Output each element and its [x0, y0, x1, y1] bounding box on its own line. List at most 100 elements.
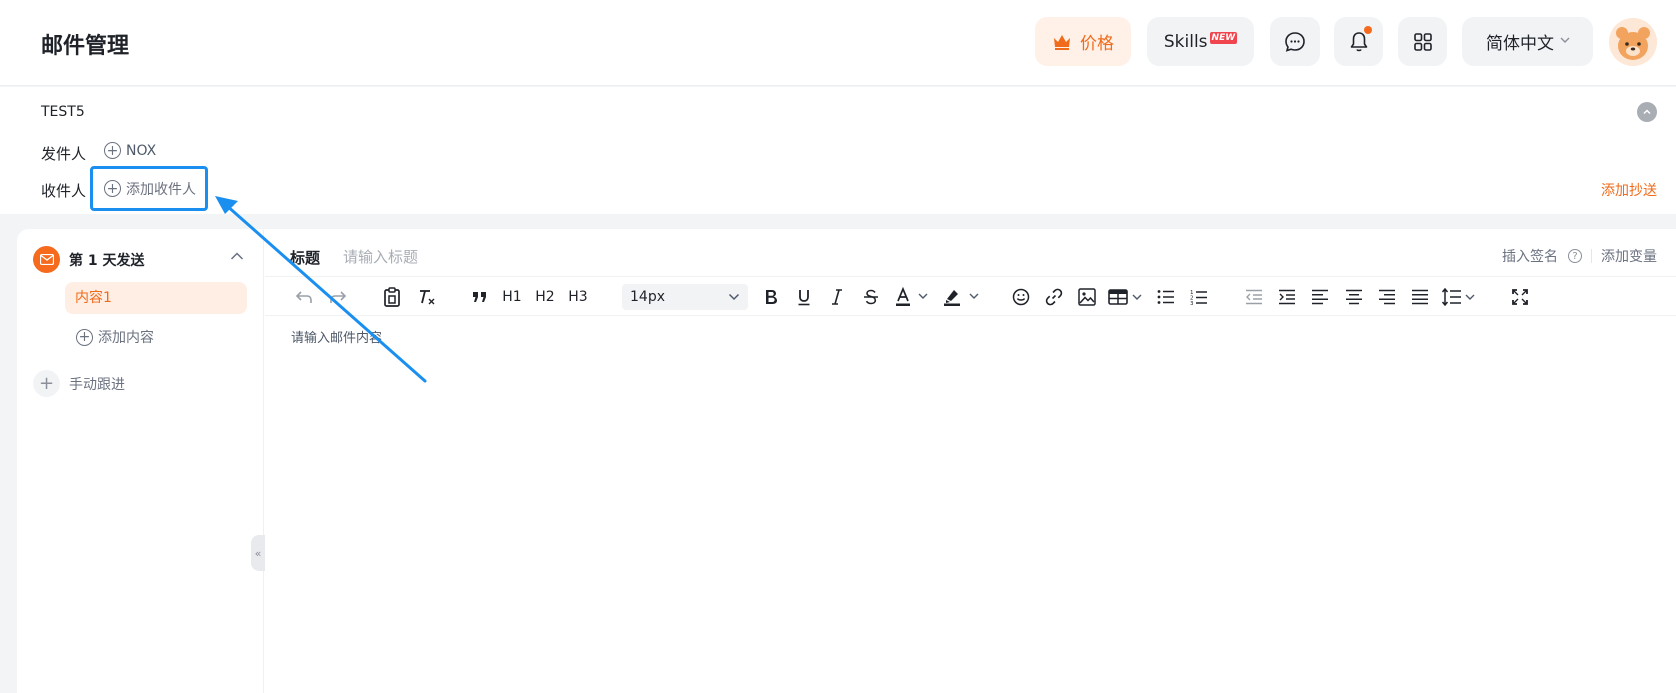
price-button[interactable]: 价格 [1035, 17, 1131, 66]
italic-icon [832, 289, 842, 305]
indent-icon [1279, 289, 1295, 305]
highlighter-icon [944, 290, 979, 306]
editor-card: 第 1 天发送 内容1 + 添加内容 + 手动跟进 « 标题 插入签名 ? 添加… [17, 229, 1676, 693]
link-icon [1045, 288, 1063, 306]
manual-follow-label: 手动跟进 [69, 376, 125, 393]
add-recipient-label: 添加收件人 [126, 181, 196, 198]
mail-icon [33, 246, 60, 273]
quote-button[interactable] [469, 284, 491, 310]
day-step[interactable]: 第 1 天发送 [33, 246, 145, 273]
add-recipient-button[interactable]: + 添加收件人 [90, 166, 208, 211]
sidebar-collapse-toggle[interactable]: « [251, 535, 265, 571]
new-badge: NEW [1209, 31, 1238, 44]
heading1-button[interactable]: H1 [500, 284, 524, 310]
numbered-list-button[interactable]: 123 [1188, 284, 1210, 310]
bullet-list-button[interactable] [1155, 284, 1177, 310]
align-justify-icon [1412, 289, 1428, 305]
bold-button[interactable] [761, 284, 781, 310]
italic-button[interactable] [827, 284, 847, 310]
plus-circle-icon: + [104, 180, 121, 197]
image-button[interactable] [1076, 284, 1098, 310]
align-left-icon [1312, 289, 1328, 305]
fullscreen-icon [1512, 289, 1528, 305]
mail-body-input[interactable]: 请输入邮件内容 [291, 327, 382, 346]
svg-text:3: 3 [1190, 301, 1194, 306]
crown-icon [1054, 34, 1070, 50]
heading2-button[interactable]: H2 [533, 284, 557, 310]
content-item[interactable]: 内容1 [65, 282, 247, 314]
avatar[interactable] [1609, 18, 1657, 66]
plus-circle-icon: + [76, 328, 93, 346]
language-select[interactable]: 简体中文 [1462, 17, 1593, 66]
align-center-icon [1346, 289, 1362, 305]
font-size-value: 14px [630, 289, 665, 305]
chat-button[interactable] [1270, 17, 1320, 66]
redo-button[interactable] [327, 284, 349, 310]
insert-signature-button[interactable]: 插入签名 [1502, 246, 1558, 266]
grid-apps-icon [1413, 32, 1432, 51]
table-button[interactable] [1107, 284, 1147, 310]
chevron-down-icon [728, 293, 740, 301]
align-center-button[interactable] [1343, 284, 1365, 310]
sequence-sidebar: 第 1 天发送 内容1 + 添加内容 + 手动跟进 « [17, 229, 265, 693]
add-cc-link[interactable]: 添加抄送 [1601, 180, 1657, 200]
add-content-label: 添加内容 [98, 330, 154, 346]
outdent-button[interactable] [1243, 284, 1265, 310]
emoji-button[interactable] [1010, 284, 1032, 310]
mail-editor: 标题 插入签名 ? 添加变量 H1 H2 [265, 229, 1676, 693]
font-color-icon [896, 287, 928, 306]
line-height-icon [1441, 288, 1475, 306]
sender-value: NOX [126, 142, 157, 159]
notification-button[interactable] [1334, 17, 1383, 66]
manual-follow-button[interactable]: + 手动跟进 [33, 370, 125, 397]
chevron-up-icon[interactable] [230, 251, 244, 261]
day-step-label: 第 1 天发送 [69, 252, 145, 269]
font-size-select[interactable]: 14px [622, 284, 748, 310]
collapse-button[interactable] [1637, 102, 1657, 122]
editor-toolbar: H1 H2 H3 14px 1 2 3 [265, 276, 1676, 316]
top-header: 邮件管理 价格 Skills NEW 简体中文 [0, 0, 1676, 86]
numbered-list-icon: 123 [1190, 290, 1207, 306]
strikethrough-button[interactable] [861, 284, 881, 310]
align-right-button[interactable] [1376, 284, 1398, 310]
skills-button[interactable]: Skills NEW [1147, 17, 1254, 66]
recipient-label: 收件人 [41, 182, 87, 200]
link-button[interactable] [1043, 284, 1065, 310]
add-variable-button[interactable]: 添加变量 [1601, 246, 1657, 266]
align-justify-button[interactable] [1409, 284, 1431, 310]
line-height-button[interactable] [1440, 284, 1480, 310]
divider [1591, 249, 1592, 263]
title-input[interactable] [343, 245, 943, 269]
clear-format-icon [420, 290, 435, 305]
notification-dot [1364, 26, 1372, 34]
clear-format-button[interactable] [415, 284, 437, 310]
language-label: 简体中文 [1486, 34, 1554, 54]
highlight-color-button[interactable] [942, 284, 984, 310]
align-left-button[interactable] [1309, 284, 1331, 310]
bell-icon [1350, 31, 1367, 51]
skills-label: Skills [1163, 31, 1208, 52]
indent-button[interactable] [1276, 284, 1298, 310]
undo-button[interactable] [293, 284, 315, 310]
underline-icon [798, 289, 810, 305]
apps-button[interactable] [1398, 17, 1447, 66]
bullet-list-icon [1157, 290, 1174, 304]
sender-selector[interactable]: + NOX [104, 142, 156, 159]
help-icon[interactable]: ? [1568, 249, 1582, 263]
bold-icon [766, 290, 777, 304]
underline-button[interactable] [794, 284, 814, 310]
fullscreen-button[interactable] [1509, 284, 1531, 310]
add-content-button[interactable]: + 添加内容 [76, 327, 154, 347]
paste-button[interactable] [381, 284, 403, 310]
align-right-icon [1379, 289, 1395, 305]
mail-subject: TEST5 [41, 104, 85, 120]
outdent-icon [1246, 289, 1262, 305]
table-icon [1108, 289, 1142, 305]
bear-avatar-icon [1609, 18, 1657, 66]
image-icon [1078, 288, 1096, 306]
font-color-button[interactable] [893, 284, 933, 310]
plus-icon: + [33, 370, 60, 397]
plus-circle-icon: + [104, 142, 121, 159]
clipboard-icon [384, 287, 400, 307]
heading3-button[interactable]: H3 [566, 284, 590, 310]
